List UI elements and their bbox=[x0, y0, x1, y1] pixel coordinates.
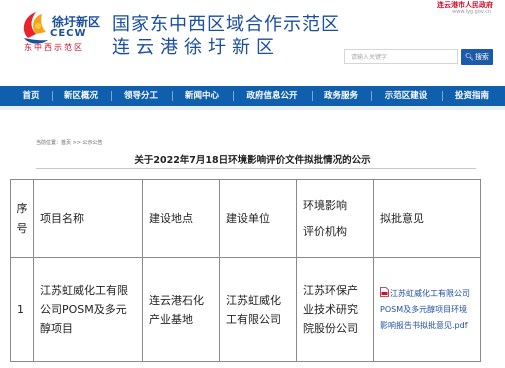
nav-divider bbox=[371, 91, 372, 101]
lyg-government-url: www.lyg.gov.cn bbox=[452, 9, 491, 15]
header-opinion: 拟批意见 bbox=[373, 179, 481, 258]
nav-item-leadership[interactable]: 领导分工 bbox=[115, 86, 167, 106]
pdf-file-icon bbox=[380, 286, 389, 297]
header-unit: 建设单位 bbox=[219, 179, 297, 258]
pdf-link-label: 江苏虹威化工有限公司POSM及多元醇项目环境影响报告书拟批意见.pdf bbox=[380, 288, 470, 330]
header-project-name: 项目名称 bbox=[33, 179, 143, 258]
article-title: 关于2022年7月18日环境影响评价文件拟批情况的公示 bbox=[134, 155, 371, 166]
logo-abbr: CECW bbox=[50, 28, 87, 39]
nav-item-investment[interactable]: 投资指南 bbox=[446, 86, 498, 106]
nav-item-overview[interactable]: 新区概况 bbox=[56, 86, 106, 106]
nav-divider bbox=[233, 91, 234, 101]
header-agency: 环境影响评价机构 bbox=[296, 179, 374, 258]
site-header: 徐圩新区 CECW 东中西示范区 国家东中西区域合作示范区 连云港徐圩新区 连云… bbox=[0, 0, 505, 86]
pdf-download-link[interactable]: 江苏虹威化工有限公司POSM及多元醇项目环境影响报告书拟批意见.pdf bbox=[374, 283, 480, 337]
nav-item-gov-services[interactable]: 政务服务 bbox=[316, 86, 366, 106]
row-no: 1 bbox=[10, 257, 34, 362]
search-button-label: 搜索 bbox=[474, 53, 489, 61]
nav-divider bbox=[111, 91, 112, 101]
row-opinion: 江苏虹威化工有限公司POSM及多元醇项目环境影响报告书拟批意见.pdf bbox=[373, 257, 481, 362]
table-header-row: 序号 项目名称 建设地点 建设单位 环境影响评价机构 拟批意见 bbox=[10, 179, 481, 258]
nav-divider bbox=[312, 91, 313, 101]
row-unit: 江苏虹威化工有限公司 bbox=[219, 257, 297, 362]
nav-item-demo-zone[interactable]: 示范区建设 bbox=[375, 86, 437, 106]
search-button[interactable]: 🔍︎搜索 bbox=[461, 49, 493, 65]
breadcrumb: 当前位置：首页 >> 公示公告 bbox=[36, 140, 103, 146]
header-no: 序号 bbox=[10, 179, 34, 258]
row-project-name: 江苏虹威化工有限公司POSM及多元醇项目 bbox=[33, 257, 143, 362]
nav-shadow-bar bbox=[0, 106, 505, 110]
logo-subtitle: 东中西示范区 bbox=[24, 43, 84, 52]
nav-item-gov-info[interactable]: 政府信息公开 bbox=[237, 86, 307, 106]
approval-table: 序号 项目名称 建设地点 建设单位 环境影响评价机构 拟批意见 1 江苏虹威化工… bbox=[10, 179, 481, 362]
search-icon: 🔍︎ bbox=[465, 53, 474, 61]
nav-divider bbox=[442, 91, 443, 101]
table-row: 1 江苏虹威化工有限公司POSM及多元醇项目 连云港石化产业基地 江苏虹威化工有… bbox=[10, 257, 481, 362]
header-location: 建设地点 bbox=[142, 179, 220, 258]
row-agency: 江苏环保产业技术研究院股份公司 bbox=[296, 257, 374, 362]
nav-divider bbox=[52, 91, 53, 101]
nav-item-home[interactable]: 首页 bbox=[14, 86, 48, 106]
nav-item-news[interactable]: 新闻中心 bbox=[176, 86, 228, 106]
row-location: 连云港石化产业基地 bbox=[142, 257, 220, 362]
search-input[interactable]: 请输入关键字 bbox=[344, 49, 458, 64]
title-divider bbox=[36, 168, 476, 169]
main-nav: 首页 新区概况 领导分工 新闻中心 政府信息公开 政务服务 示范区建设 投资指南 bbox=[0, 86, 505, 106]
nav-divider bbox=[172, 91, 173, 101]
site-title-line2: 连云港徐圩新区 bbox=[112, 37, 280, 58]
